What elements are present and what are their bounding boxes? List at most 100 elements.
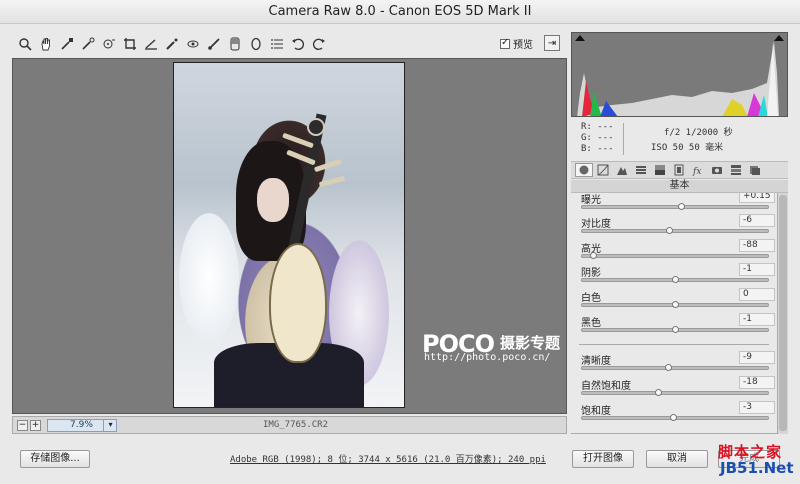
slider-value-input[interactable]: -88 [739,239,775,252]
rgb-r-readout: R: --- [581,122,614,132]
slider-track[interactable] [581,364,769,371]
exif-iso-lens: ISO 50 50 毫米 [651,143,724,153]
histogram [571,32,788,117]
zoom-out-button[interactable]: − [17,420,28,431]
rgb-b-readout: B: --- [581,144,614,154]
straighten-icon[interactable] [141,35,160,54]
scroll-thumb[interactable] [779,195,787,431]
site-watermark-line2: JB51.Net [720,459,794,477]
canvas-statusbar: − + 7.9% ▾ IMG_7765.CR2 [12,416,567,434]
target-adjust-icon[interactable] [99,35,118,54]
panel-divider [579,344,769,345]
slider-thumb[interactable] [590,252,598,259]
slider-value-input[interactable]: -3 [739,401,775,414]
slider-thumb[interactable] [670,414,678,421]
open-image-button[interactable]: 打开图像 [572,450,634,468]
preview-checkbox-box[interactable] [500,37,510,49]
slider-thumb[interactable] [672,276,679,283]
slider-shadows: 阴影 -1 [579,263,775,289]
zoom-level-value: 7.9% [70,420,93,430]
slider-exposure: 曝光 +0.15 [579,193,775,216]
slider-label: 清晰度 [581,356,611,367]
exif-aperture-shutter: f/2 1/2000 秒 [664,128,733,138]
slider-track[interactable] [581,203,769,210]
slider-value-input[interactable]: 0 [739,288,775,301]
rotate-cw-icon[interactable] [309,35,328,54]
slider-clarity: 清晰度 -9 [579,351,775,377]
zoom-icon[interactable] [15,35,34,54]
crop-icon[interactable] [120,35,139,54]
workflow-options-link[interactable]: Adobe RGB (1998); 8 位; 3744 x 5616 (21.0… [230,452,546,465]
slider-vibrance: 自然饱和度 -18 [579,376,775,402]
save-image-button[interactable]: 存储图像... [20,450,90,468]
slider-value-input[interactable]: -1 [739,263,775,276]
slider-thumb[interactable] [672,301,679,308]
slider-contrast: 对比度 -6 [579,214,775,240]
tone-curve-icon[interactable] [594,163,612,177]
slider-label: 饱和度 [581,406,611,417]
slider-track[interactable] [581,301,769,308]
window-title: Camera Raw 8.0 - Canon EOS 5D Mark II [0,0,800,24]
slider-saturation: 饱和度 -3 [579,401,775,427]
preferences-icon[interactable] [267,35,286,54]
info-separator [623,123,624,155]
slider-label: 阴影 [581,268,601,279]
slider-thumb[interactable] [677,203,685,210]
hsl-icon[interactable] [632,163,650,177]
slider-track[interactable] [581,276,769,283]
slider-label: 黑色 [581,318,601,329]
white-balance-icon[interactable] [57,35,76,54]
panel-tabs: fx [571,161,788,179]
toolbar [12,32,567,56]
photo-preview [173,62,405,408]
presets-icon[interactable] [727,163,745,177]
cancel-button[interactable]: 取消 [646,450,708,468]
slider-track[interactable] [581,252,769,259]
slider-track[interactable] [581,227,769,234]
detail-icon[interactable] [613,163,631,177]
slider-thumb[interactable] [666,227,674,234]
slider-thumb[interactable] [672,326,679,333]
slider-thumb[interactable] [664,364,672,371]
slider-value-input[interactable]: -1 [739,313,775,326]
poco-watermark-url: http://photo.poco.cn/ [424,352,551,363]
slider-label: 自然饱和度 [581,381,631,392]
zoom-in-button[interactable]: + [30,420,41,431]
graduated-filter-icon[interactable] [225,35,244,54]
site-watermark: 脚本之家 JB51.Net [718,441,798,481]
panel-scrollbar[interactable] [777,193,788,434]
lens-corrections-icon[interactable] [670,163,688,177]
color-sampler-icon[interactable] [78,35,97,54]
rotate-ccw-icon[interactable] [288,35,307,54]
slider-value-input[interactable]: +0.15 [739,193,775,203]
fullscreen-toggle-icon[interactable]: ⇥ [544,35,560,51]
slider-label: 对比度 [581,219,611,230]
slider-thumb[interactable] [655,389,663,396]
filename-label: IMG_7765.CR2 [263,420,329,430]
slider-label: 白色 [581,293,601,304]
spot-removal-icon[interactable] [162,35,181,54]
slider-track[interactable] [581,414,769,421]
slider-highlights: 高光 -88 [579,239,775,265]
slider-value-input[interactable]: -6 [739,214,775,227]
slider-track[interactable] [581,389,769,396]
panel-header: 基本 [571,180,788,193]
slider-track[interactable] [581,326,769,333]
slider-value-input[interactable]: -18 [739,376,775,389]
hand-icon[interactable] [36,35,55,54]
rgb-g-readout: G: --- [581,133,614,143]
chevron-down-icon[interactable]: ▾ [103,419,117,432]
slider-value-input[interactable]: -9 [739,351,775,364]
camera-calibration-icon[interactable] [708,163,726,177]
fx-icon[interactable]: fx [689,163,707,177]
radial-filter-icon[interactable] [246,35,265,54]
adjustment-brush-icon[interactable] [204,35,223,54]
info-readout: R: --- G: --- B: --- f/2 1/2000 秒 ISO 50… [571,119,788,159]
split-toning-icon[interactable] [651,163,669,177]
slider-blacks: 黑色 -1 [579,313,775,339]
footer-bar: 存储图像... Adobe RGB (1998); 8 位; 3744 x 56… [0,440,800,484]
snapshots-icon[interactable] [746,163,764,177]
preview-checkbox[interactable]: 预览 [500,36,533,51]
red-eye-icon[interactable] [183,35,202,54]
basic-icon[interactable] [575,163,593,177]
